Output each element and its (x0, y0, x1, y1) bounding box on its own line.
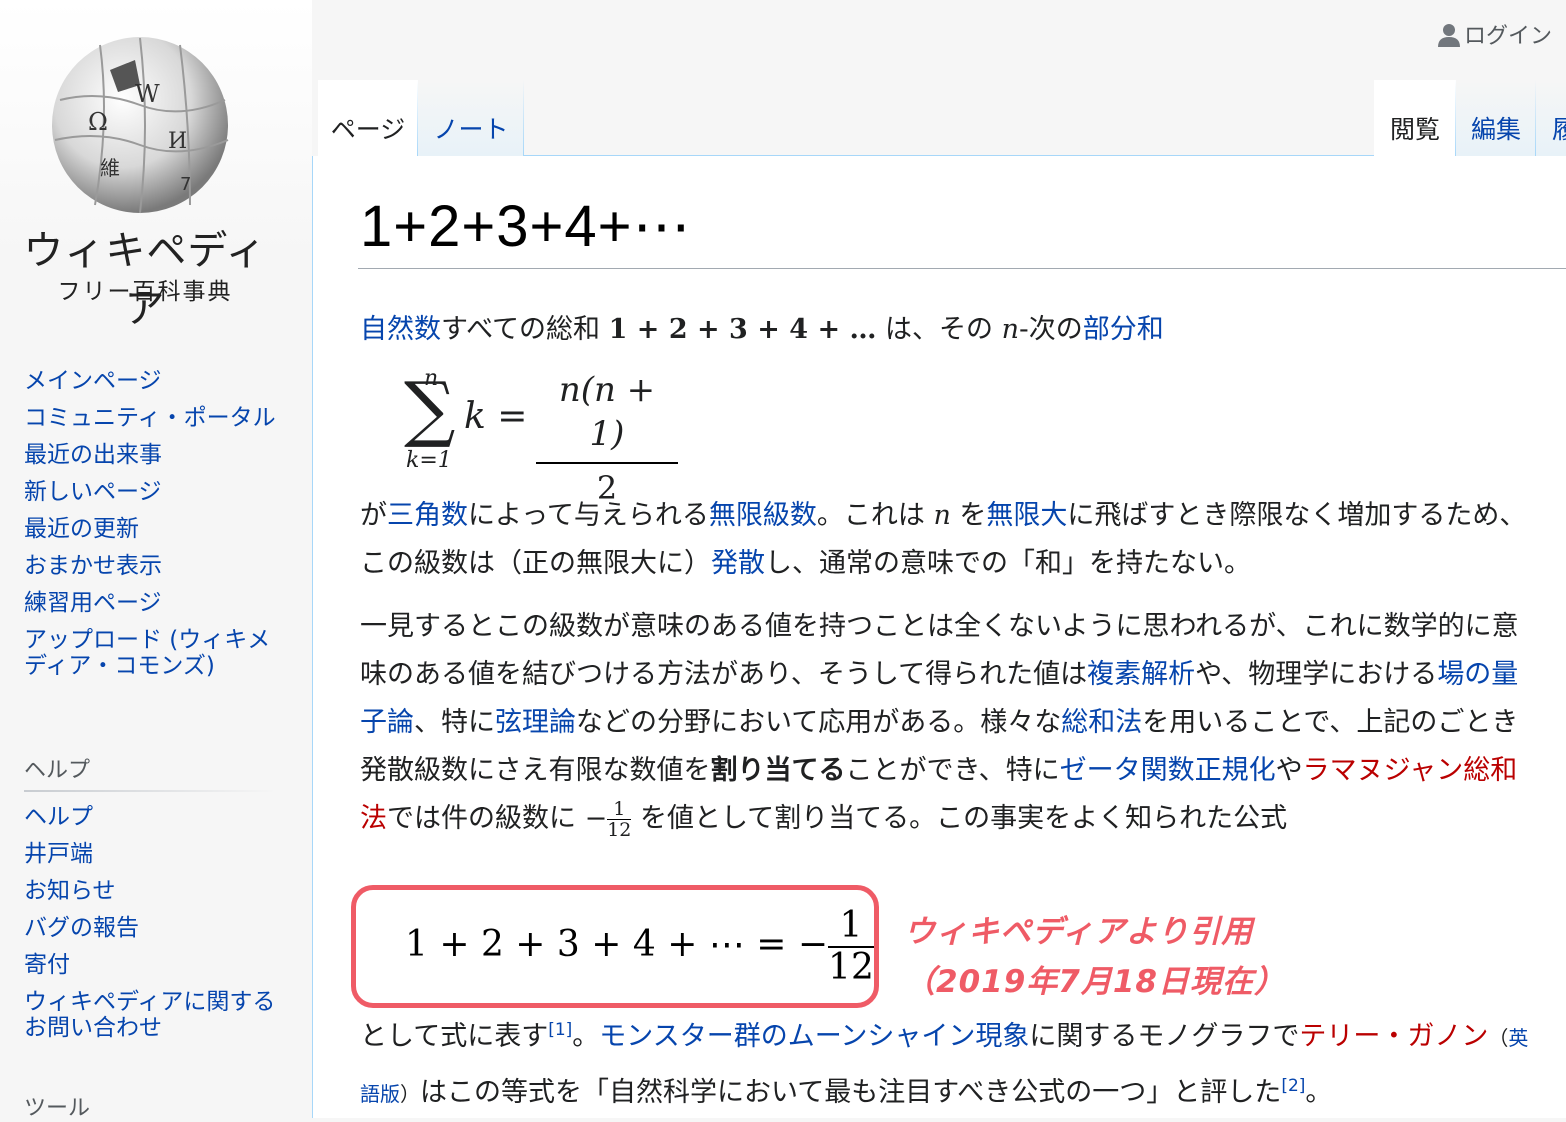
annotation-line-1: ウィキペディアより引用 (904, 914, 1254, 950)
nav-help-heading[interactable]: ヘルプ (24, 752, 90, 784)
nav-contact[interactable]: ウィキペディアに関するお問い合わせ (24, 989, 284, 1041)
nav-help: ヘルプ 井戸端 お知らせ バグの報告 寄付 ウィキペディアに関するお問い合わせ (24, 804, 284, 1052)
page-title: 1+2+3+4+⋯ (360, 194, 692, 259)
annotation-line-2: （2019年7月18日現在） (904, 964, 1286, 1000)
tab-read[interactable]: 閲覧 (1374, 80, 1456, 156)
nav-bug-report[interactable]: バグの報告 (24, 915, 284, 941)
link-natural-number[interactable]: 自然数 (360, 314, 441, 345)
nav-upload[interactable]: アップロード (ウィキメディア・コモンズ) (24, 627, 284, 679)
nav-tools-heading[interactable]: ツール (24, 1090, 90, 1122)
sigma-symbol: ∑ (404, 366, 456, 450)
wikipedia-globe-logo[interactable]: W Ω И 維 7 (40, 30, 242, 215)
svg-text:Ω: Ω (88, 108, 108, 136)
tab-history-label: 履 (1552, 115, 1566, 144)
paragraph-2: が三角数によって与えられる無限級数。これは n を無限大に飛ばすとき際限なく増加… (360, 500, 1527, 579)
nav-village-pump[interactable]: 井戸端 (24, 841, 284, 867)
login-label: ログイン (1464, 24, 1553, 49)
nav-separator (24, 790, 276, 792)
nav-current-events[interactable]: 最近の出来事 (24, 442, 284, 468)
svg-text:7: 7 (180, 174, 191, 195)
series-text: 1 + 2 + 3 + 4 + … (608, 314, 877, 345)
paragraph-3: 一見するとこの級数が意味のある値を持つことは全くないように思われるが、これに数学… (360, 611, 1519, 841)
logo-tagline: フリー百科事典 (57, 279, 233, 305)
link-complex-analysis[interactable]: 複素解析 (1087, 659, 1195, 690)
tab-read-label: 閲覧 (1389, 115, 1440, 144)
tab-talk-label: ノート (433, 115, 509, 144)
link-string-theory[interactable]: 弦理論 (495, 707, 576, 738)
big-formula: 1 + 2 + 3 + 4 + ⋯ = −1 12 (405, 905, 874, 988)
link-terry-gannon[interactable]: テリー・ガノン (1299, 1021, 1488, 1052)
nav-recent-changes[interactable]: 最近の更新 (24, 516, 284, 542)
link-moonshine[interactable]: モンスター群のムーンシャイン現象 (599, 1021, 1029, 1052)
ref-2[interactable]: [2] (1281, 1076, 1305, 1096)
tab-history[interactable]: 履 (1536, 80, 1566, 156)
link-summation-method[interactable]: 総和法 (1061, 707, 1142, 738)
user-icon (1438, 24, 1460, 47)
title-rule (358, 268, 1566, 269)
sum-formula: n ∑ k=1 k = n(n + 1) 2 (400, 366, 700, 506)
nav-new-pages[interactable]: 新しいページ (24, 479, 284, 505)
tab-edit[interactable]: 編集 (1456, 80, 1536, 156)
tab-talk[interactable]: ノート (418, 80, 524, 156)
svg-text:И: И (168, 129, 187, 154)
login-link[interactable]: ログイン (1438, 18, 1552, 50)
nav-random[interactable]: おまかせ表示 (24, 553, 284, 579)
svg-text:維: 維 (100, 156, 120, 180)
nav-help-link[interactable]: ヘルプ (24, 804, 284, 830)
tab-page[interactable]: ページ (318, 80, 418, 156)
paragraph-1: 自然数すべての総和 1 + 2 + 3 + 4 + … は、その n-次の部分和 (360, 314, 1164, 345)
sidebar: W Ω И 維 7 ウィキペディア フリー百科事典 メインページ コミュニティ・… (0, 0, 312, 1121)
link-zeta-regularization[interactable]: ゼータ関数正規化 (1060, 755, 1276, 786)
nav-community-portal[interactable]: コミュニティ・ポータル (24, 405, 284, 431)
link-partial-sum[interactable]: 部分和 (1083, 314, 1164, 345)
paragraph-4: として式に表す[1]。モンスター群のムーンシャイン現象に関するモノグラフでテリー… (360, 1020, 1529, 1108)
svg-text:W: W (135, 80, 160, 108)
link-infinity[interactable]: 無限大 (986, 500, 1067, 531)
inline-fraction: 1 12 (607, 798, 632, 841)
nav-sandbox[interactable]: 練習用ページ (24, 590, 284, 616)
tab-edit-label: 編集 (1470, 115, 1521, 144)
nav-donate[interactable]: 寄付 (24, 952, 284, 978)
nav-main: メインページ コミュニティ・ポータル 最近の出来事 新しいページ 最近の更新 お… (24, 368, 284, 690)
nav-main-page[interactable]: メインページ (24, 368, 284, 394)
link-divergence[interactable]: 発散 (711, 548, 765, 579)
link-infinite-series[interactable]: 無限級数 (709, 500, 817, 531)
tab-page-label: ページ (330, 115, 406, 144)
link-triangular-number[interactable]: 三角数 (387, 500, 468, 531)
nav-notices[interactable]: お知らせ (24, 878, 284, 904)
ref-1[interactable]: [1] (548, 1020, 572, 1040)
